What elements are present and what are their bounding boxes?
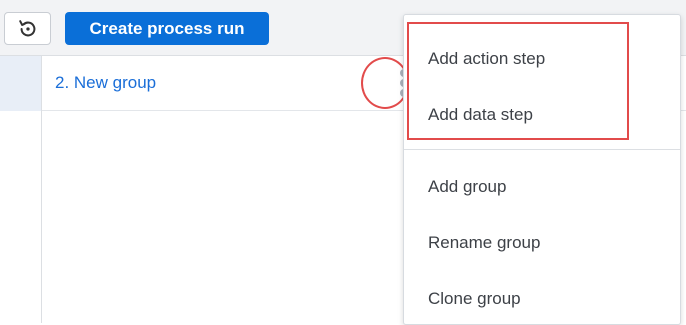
menu-item-add-group[interactable]: Add group bbox=[428, 177, 506, 197]
menu-item-rename-group[interactable]: Rename group bbox=[428, 233, 540, 253]
group-title[interactable]: 2. New group bbox=[55, 73, 156, 93]
left-column-header bbox=[0, 56, 41, 111]
create-process-run-button[interactable]: Create process run bbox=[65, 12, 269, 45]
group-context-menu: Add action step Add data step Add group … bbox=[403, 14, 681, 325]
menu-separator bbox=[404, 149, 680, 150]
history-button[interactable] bbox=[4, 12, 51, 45]
left-column bbox=[0, 111, 41, 323]
menu-item-clone-group[interactable]: Clone group bbox=[428, 289, 521, 309]
history-refresh-icon bbox=[18, 19, 35, 36]
menu-item-add-action-step[interactable]: Add action step bbox=[428, 49, 545, 69]
menu-item-add-data-step[interactable]: Add data step bbox=[428, 105, 533, 125]
